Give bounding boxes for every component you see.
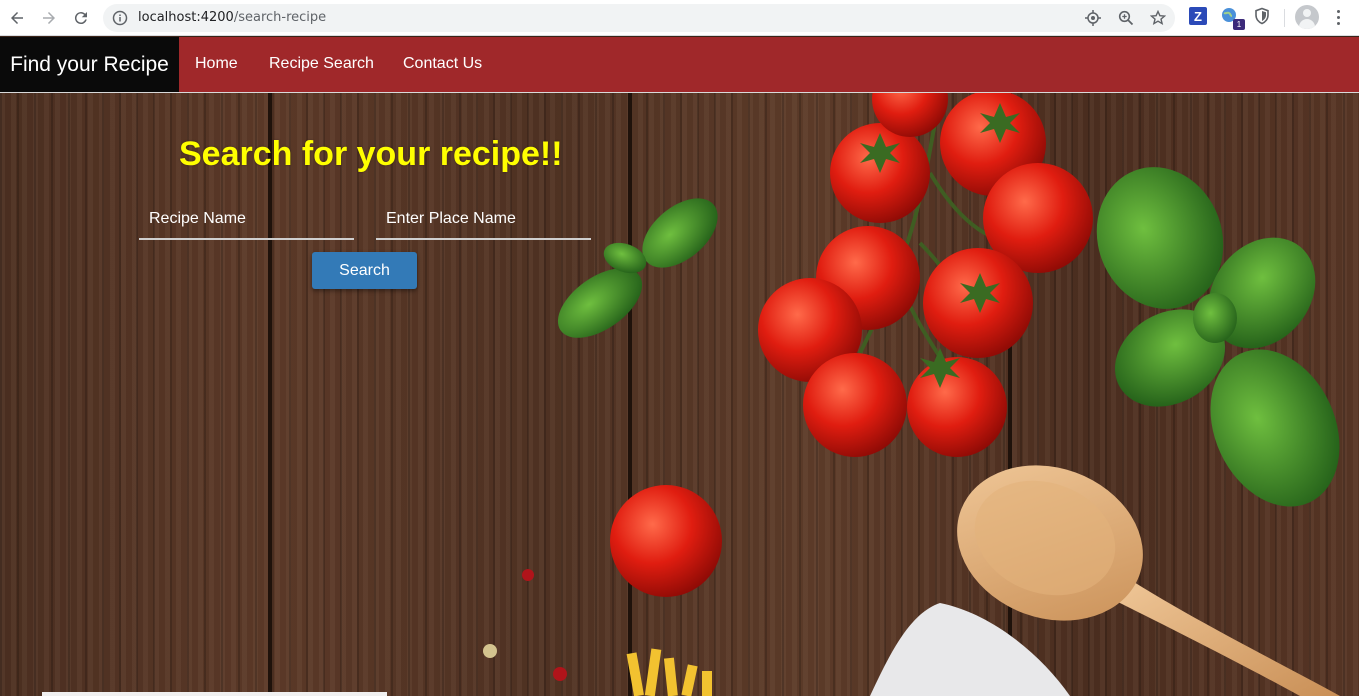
browser-toolbar: localhost:4200/search-recipe Z 1 <box>0 0 1359 36</box>
forward-arrow-icon <box>43 12 55 24</box>
z-extension-icon[interactable]: Z <box>1189 7 1207 25</box>
url-text: localhost:4200/search-recipe <box>138 10 326 25</box>
location-target-icon[interactable] <box>1085 10 1101 26</box>
horizontal-scrollbar[interactable] <box>42 692 387 696</box>
place-name-field[interactable] <box>376 200 591 240</box>
forward-button[interactable] <box>37 6 61 30</box>
search-title: Search for your recipe!! <box>179 135 563 173</box>
reload-button[interactable] <box>69 6 93 30</box>
food-illustration <box>483 93 1340 696</box>
peppercorns <box>483 569 567 681</box>
profile-avatar-icon[interactable] <box>1295 5 1319 29</box>
nav-contact-us[interactable]: Contact Us <box>403 55 482 73</box>
shield-extension-icon[interactable] <box>1253 7 1271 25</box>
reload-icon <box>74 12 87 25</box>
browser-menu-icon[interactable] <box>1332 8 1346 28</box>
nav-recipe-search[interactable]: Recipe Search <box>269 55 374 73</box>
back-arrow-icon <box>11 12 23 24</box>
brand-link[interactable]: Find your Recipe <box>0 37 179 92</box>
url-path: /search-recipe <box>233 10 327 25</box>
info-icon[interactable] <box>112 10 128 26</box>
url-host: localhost:4200 <box>138 10 234 25</box>
app-navbar: Find your Recipe Home Recipe Search Cont… <box>0 37 1359 93</box>
extension-badge: 1 <box>1233 19 1245 30</box>
hero-background-image <box>0 93 1359 696</box>
search-button[interactable]: Search <box>312 252 417 289</box>
back-button[interactable] <box>5 6 29 30</box>
place-name-input[interactable] <box>376 200 591 238</box>
recipe-name-input[interactable] <box>139 200 354 238</box>
bookmark-star-icon[interactable] <box>1150 10 1166 26</box>
nav-home[interactable]: Home <box>195 55 238 73</box>
zoom-icon[interactable] <box>1118 10 1134 26</box>
toolbar-separator <box>1284 9 1285 27</box>
address-bar[interactable]: localhost:4200/search-recipe <box>103 4 1175 32</box>
basil-leaves-right <box>1096 167 1340 507</box>
pasta <box>626 648 712 696</box>
recipe-name-field[interactable] <box>139 200 354 240</box>
